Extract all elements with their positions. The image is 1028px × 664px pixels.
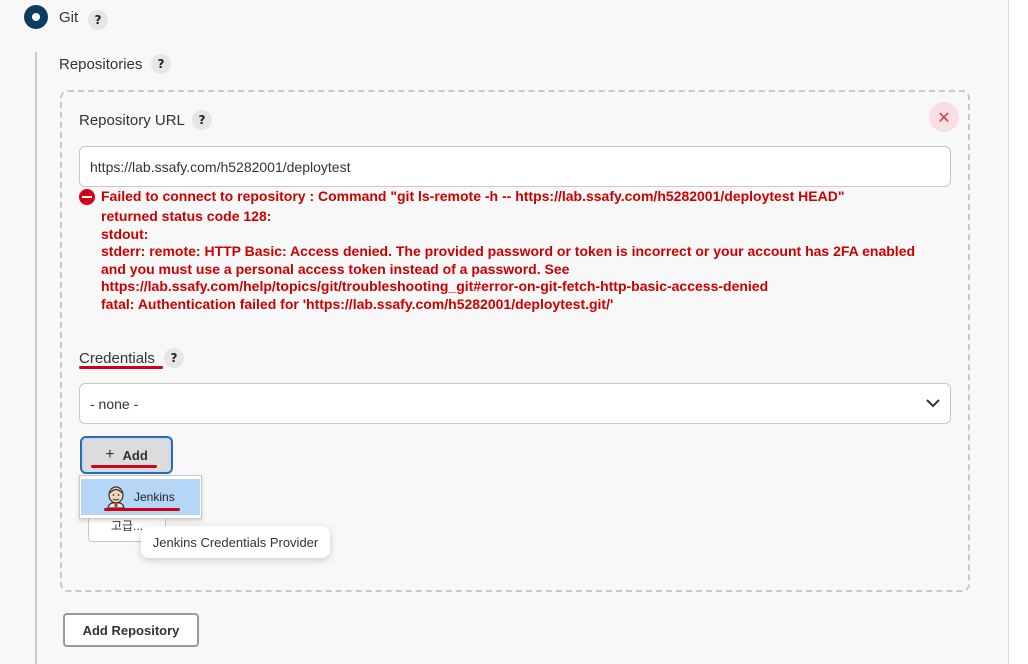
add-repository-label: Add Repository: [82, 622, 180, 638]
advanced-button-label: 고급...: [110, 518, 144, 533]
repository-url-value: https://lab.ssafy.com/h5282001/deploytes…: [90, 158, 351, 175]
page-scrollbar-area: [1008, 0, 1028, 664]
repository-url-label: Repository URL: [79, 112, 185, 129]
add-credentials-button[interactable]: + Add: [80, 436, 173, 474]
chevron-down-icon: [926, 399, 940, 408]
error-line: returned status code 128:: [101, 208, 272, 224]
credentials-highlight-underline: [79, 366, 163, 369]
add-repository-button[interactable]: Add Repository: [63, 613, 199, 647]
error-stop-icon: [79, 189, 95, 205]
error-line: and you must use a personal access token…: [101, 260, 570, 277]
add-highlight-underline: [91, 465, 157, 468]
error-line: fatal: Authentication failed for 'https:…: [101, 295, 614, 312]
jenkins-highlight-underline: [104, 508, 180, 511]
credentials-help-icon[interactable]: ?: [164, 348, 184, 368]
tooltip: Jenkins Credentials Provider: [141, 526, 330, 558]
add-credentials-menu: Jenkins: [79, 475, 202, 519]
git-option-label: Git: [59, 9, 79, 26]
error-line: stdout:: [101, 225, 149, 242]
repository-url-input[interactable]: https://lab.ssafy.com/h5282001/deploytes…: [79, 146, 951, 187]
repository-url-help-icon[interactable]: ?: [192, 110, 212, 130]
error-line: https://lab.ssafy.com/help/topics/git/tr…: [101, 278, 769, 295]
tooltip-text: Jenkins Credentials Provider: [152, 534, 319, 550]
credentials-label: Credentials: [79, 350, 155, 367]
repositories-help-icon[interactable]: ?: [151, 54, 171, 74]
repositories-label: Repositories: [59, 56, 143, 73]
section-divider-line: [35, 52, 37, 664]
credentials-selected-value: - none -: [90, 395, 139, 412]
git-help-icon[interactable]: ?: [88, 10, 108, 30]
radio-dot-icon: [32, 13, 40, 21]
delete-repository-button[interactable]: ✕: [929, 102, 959, 132]
error-line: stderr: remote: HTTP Basic: Access denie…: [101, 243, 916, 260]
error-line-1: Failed to connect to repository : Comman…: [101, 188, 845, 204]
git-radio-selected[interactable]: [24, 5, 48, 29]
add-credentials-label: Add: [122, 447, 148, 463]
credentials-select[interactable]: - none -: [79, 383, 951, 424]
close-icon: ✕: [937, 107, 951, 127]
menu-item-jenkins-label: Jenkins: [134, 490, 175, 504]
plus-icon: +: [105, 446, 115, 463]
jenkins-icon: [107, 486, 125, 508]
